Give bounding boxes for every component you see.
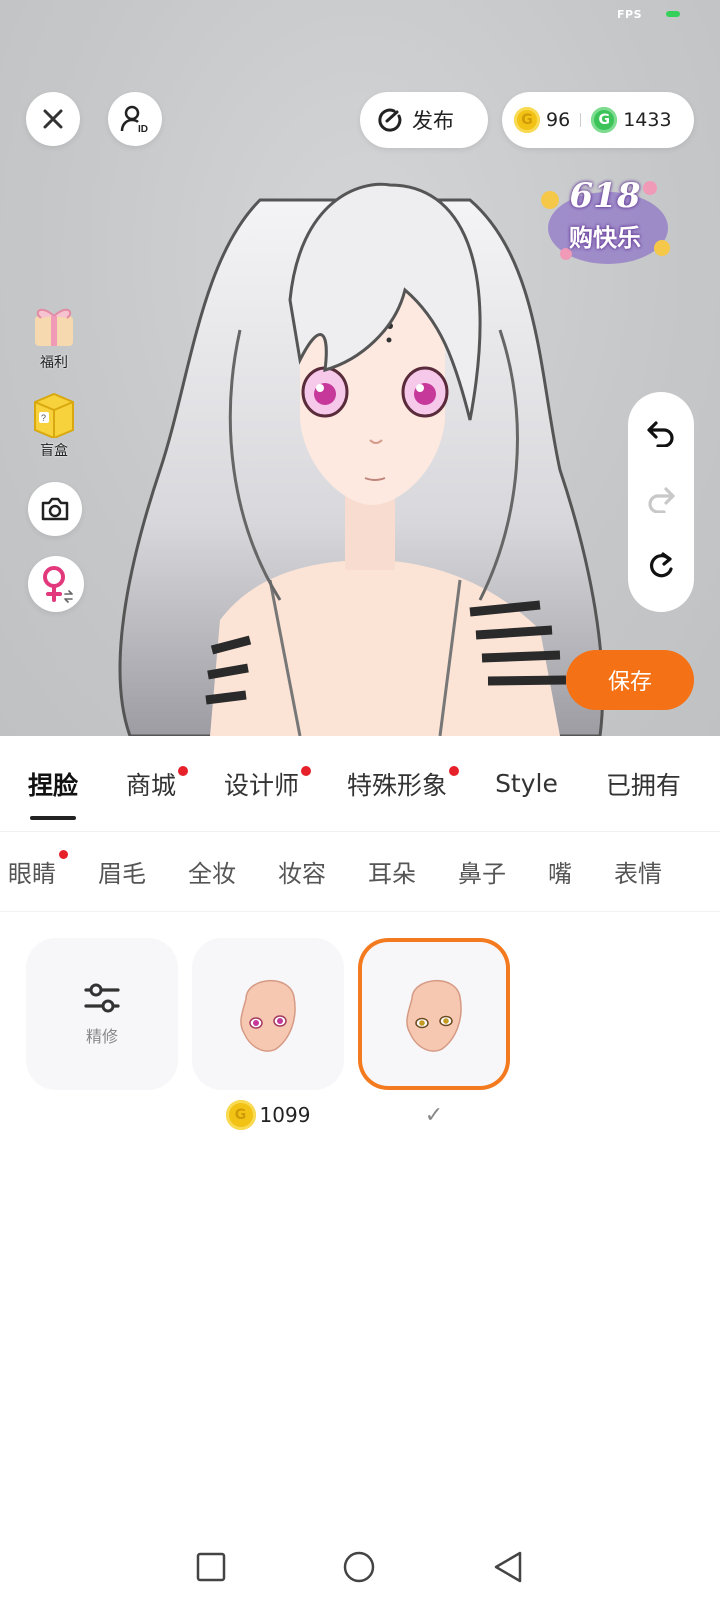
grid-cell: 精修 xyxy=(26,938,178,1132)
eye-style-item-selected[interactable] xyxy=(358,938,510,1090)
subtab-eyes-label: 眼睛 xyxy=(8,860,56,888)
item-grid: 精修 G 1099 ✓ xyxy=(26,938,510,1132)
back-button[interactable] xyxy=(492,1550,524,1588)
publish-icon xyxy=(378,108,402,132)
user-id-icon: ID xyxy=(120,105,148,135)
svg-text:?: ? xyxy=(41,413,46,423)
head-preview-amber-eyes-icon xyxy=(406,980,462,1052)
save-button[interactable]: 保存 xyxy=(566,650,694,710)
home-button[interactable] xyxy=(342,1550,376,1588)
blind-box-entry[interactable]: ? 盲盒 xyxy=(26,392,82,460)
subtab-ears-label: 耳朵 xyxy=(368,860,416,888)
circle-icon xyxy=(343,1551,375,1583)
tab-shop[interactable]: 商城 xyxy=(126,736,189,831)
subtab-ears[interactable]: 耳朵 xyxy=(368,854,416,889)
close-button[interactable] xyxy=(26,92,80,146)
subtab-expression[interactable]: 表情 xyxy=(614,854,662,889)
subtab-makeup-label: 妆容 xyxy=(278,860,326,888)
eye-style-item[interactable] xyxy=(192,938,344,1090)
reset-button[interactable] xyxy=(647,551,675,585)
undo-button[interactable] xyxy=(646,419,676,451)
tab-designer[interactable]: 设计师 xyxy=(224,736,312,831)
subtab-full-makeup-label: 全妆 xyxy=(188,860,236,888)
gold-coin-icon: G xyxy=(225,1100,256,1130)
tab-owned[interactable]: 已拥有 xyxy=(605,736,681,831)
category-subtabs: 眼睛 眉毛 全妆 妆容 耳朵 鼻子 嘴 表情 xyxy=(0,832,720,912)
subtab-full-makeup[interactable]: 全妆 xyxy=(188,854,236,889)
gift-bow-icon xyxy=(35,308,73,346)
item-price: G 1099 xyxy=(225,1098,311,1132)
green-coin-icon: G xyxy=(591,107,618,133)
gold-coin-balance: 96 xyxy=(546,109,571,131)
female-symbol-icon xyxy=(43,566,73,603)
avatar-id-button[interactable]: ID xyxy=(108,92,162,146)
reset-icon xyxy=(649,552,673,578)
welfare-label: 福利 xyxy=(40,355,68,371)
subtab-makeup[interactable]: 妆容 xyxy=(278,854,326,889)
green-coin-balance: 1433 xyxy=(623,109,672,131)
camera-icon xyxy=(41,497,69,521)
square-icon xyxy=(196,1552,226,1582)
selected-checkmark: ✓ xyxy=(424,1102,444,1128)
tab-special-avatar[interactable]: 特殊形象 xyxy=(347,736,460,831)
tab-face-sculpt-label: 捏脸 xyxy=(28,770,79,800)
close-icon xyxy=(43,109,63,129)
subtab-nose-label: 鼻子 xyxy=(458,860,506,888)
recent-apps-button[interactable] xyxy=(196,1552,226,1586)
subtab-mouth[interactable]: 嘴 xyxy=(548,854,572,889)
currency-balance[interactable]: G 96 G 1433 xyxy=(502,92,694,148)
system-navigation-bar xyxy=(0,1526,720,1612)
back-triangle-icon xyxy=(494,1551,522,1583)
tab-style-label: Style xyxy=(495,769,558,798)
grid-cell: ✓ xyxy=(358,938,510,1132)
promo-618-badge[interactable]: 618 购快乐 xyxy=(530,166,680,276)
head-preview-pink-eyes-icon xyxy=(240,980,296,1052)
gold-coin-icon: G xyxy=(514,107,540,133)
redo-icon xyxy=(648,487,675,514)
refine-button[interactable]: 精修 xyxy=(26,938,178,1090)
fps-indicator: FPS xyxy=(617,8,642,21)
publish-button[interactable]: 发布 xyxy=(360,92,488,148)
grid-cell: G 1099 xyxy=(192,938,344,1132)
item-price-value: 1099 xyxy=(259,1103,311,1127)
tab-face-sculpt[interactable]: 捏脸 xyxy=(28,736,79,831)
subtab-eyes[interactable]: 眼睛 xyxy=(8,850,68,889)
fps-status-dot xyxy=(666,11,680,17)
subtab-eyebrows-label: 眉毛 xyxy=(98,860,146,888)
tab-designer-notification-dot xyxy=(301,765,312,776)
promo-number: 618 xyxy=(569,176,641,216)
avatar-viewport[interactable]: FPS ID 发布 G 96 G 1433 618 购快乐 福利 ? 盲盒 保存 xyxy=(0,0,720,736)
redo-button[interactable] xyxy=(646,485,676,517)
tab-shop-notification-dot xyxy=(178,765,189,776)
subtab-eyebrows[interactable]: 眉毛 xyxy=(98,854,146,889)
tab-owned-label: 已拥有 xyxy=(605,770,681,800)
undo-icon xyxy=(647,421,674,448)
main-tabs: 捏脸 商城 设计师 特殊形象 Style 已拥有 xyxy=(0,736,720,832)
tab-shop-label: 商城 xyxy=(126,770,177,800)
subtab-nose[interactable]: 鼻子 xyxy=(458,854,506,889)
subtab-mouth-label: 嘴 xyxy=(548,860,572,888)
tab-designer-label: 设计师 xyxy=(224,770,300,800)
history-controls xyxy=(628,392,694,612)
blind-box-label: 盲盒 xyxy=(40,443,68,459)
svg-text:ID: ID xyxy=(138,124,148,135)
mystery-box-icon: ? xyxy=(34,392,74,438)
tab-special-avatar-notification-dot xyxy=(449,765,460,776)
gender-switch-button[interactable] xyxy=(28,556,84,612)
sliders-icon xyxy=(84,983,120,1013)
refine-label: 精修 xyxy=(85,1027,118,1046)
publish-label: 发布 xyxy=(412,109,454,133)
welfare-entry[interactable]: 福利 xyxy=(26,302,82,372)
tab-special-avatar-label: 特殊形象 xyxy=(347,770,448,800)
promo-text: 购快乐 xyxy=(569,224,641,252)
subtab-expression-label: 表情 xyxy=(614,860,662,888)
camera-button[interactable] xyxy=(28,482,82,536)
tab-style[interactable]: Style xyxy=(495,736,558,831)
subtab-eyes-notification-dot xyxy=(59,850,68,859)
currency-divider xyxy=(580,113,582,127)
